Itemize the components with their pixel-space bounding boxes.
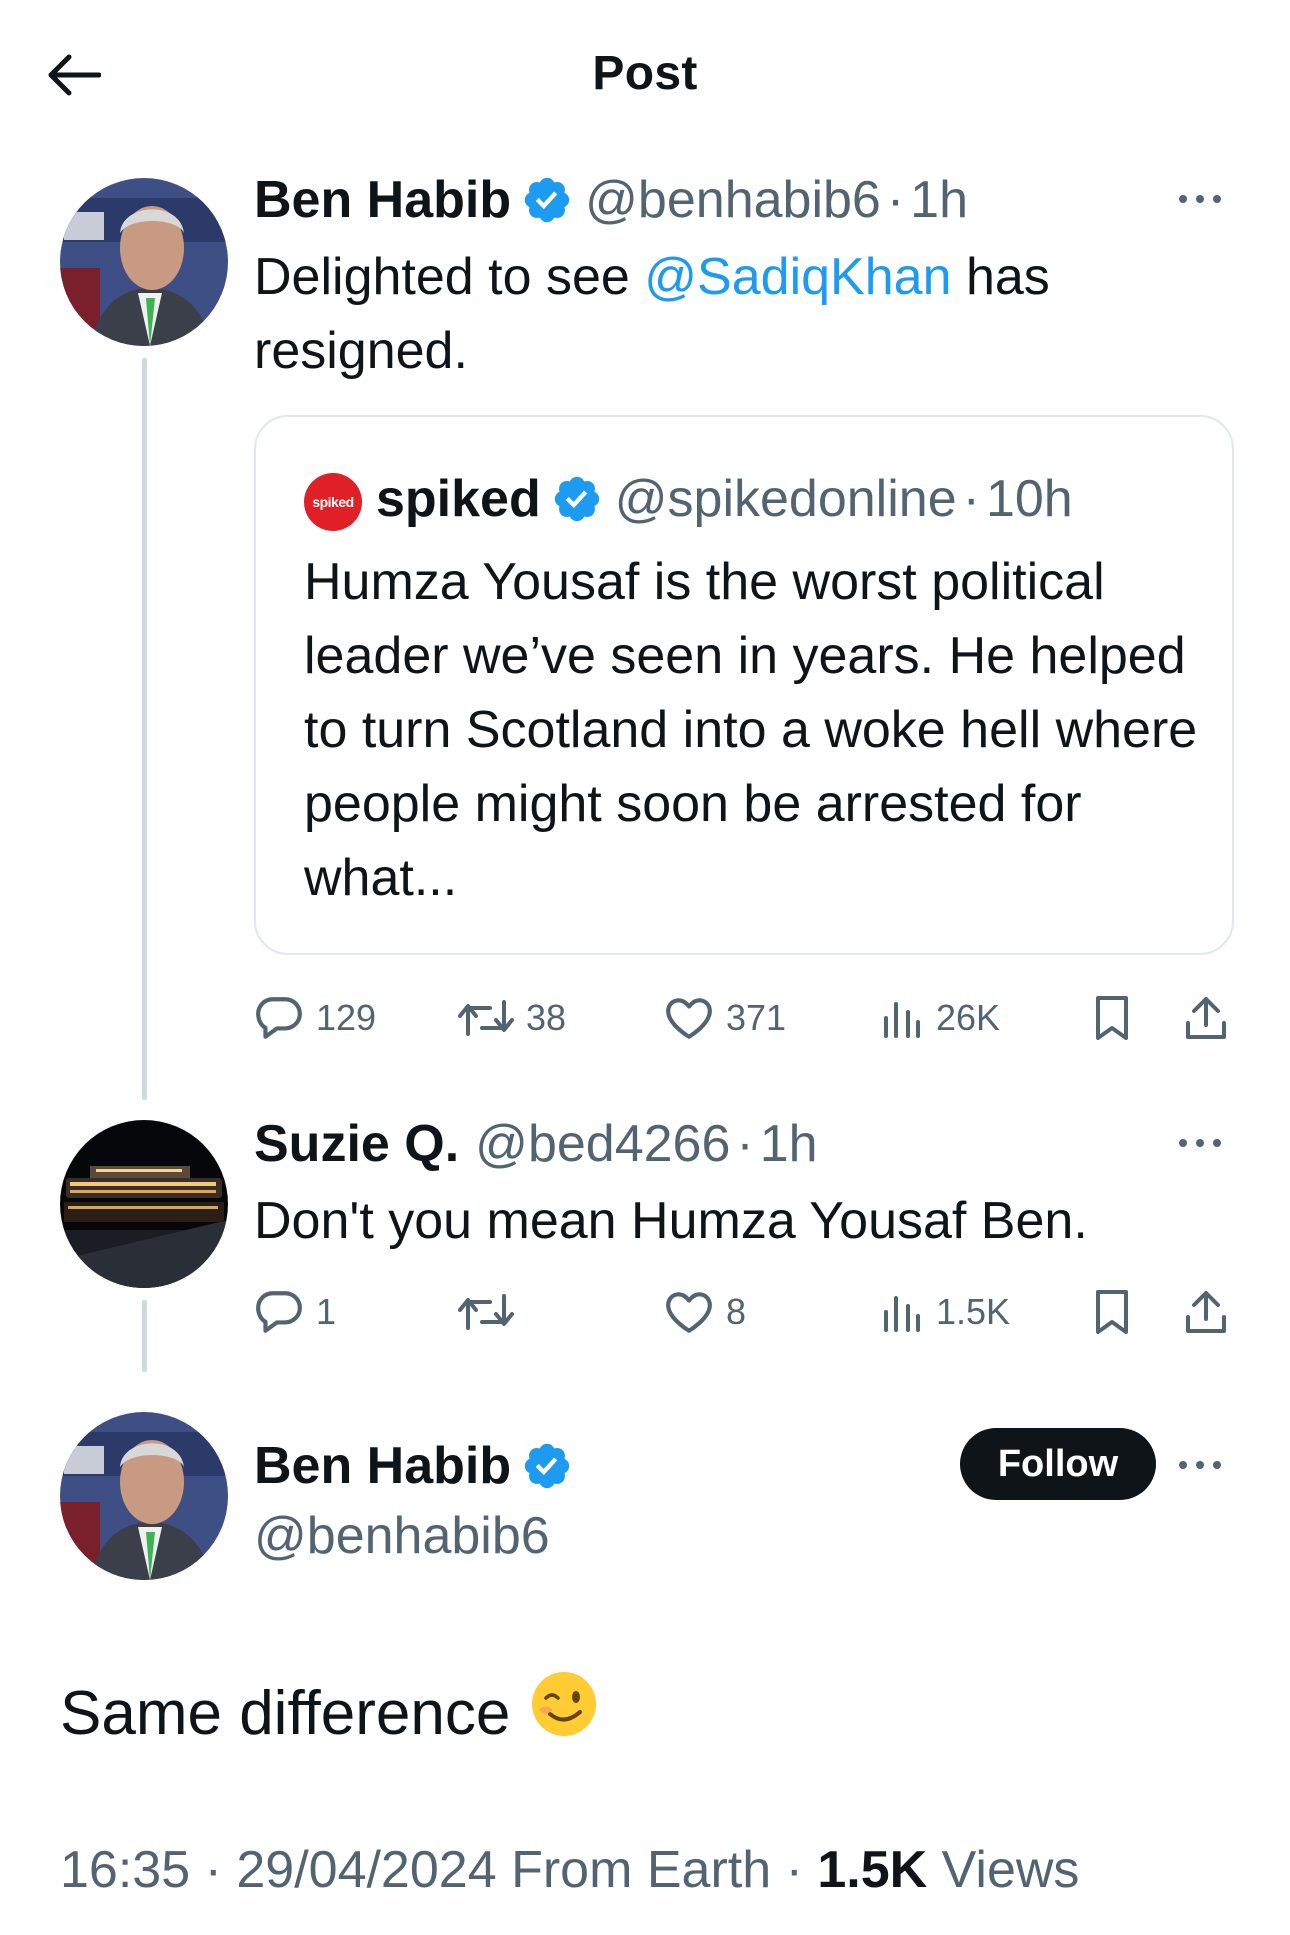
share-icon bbox=[1186, 1291, 1226, 1333]
more-options-button[interactable] bbox=[1170, 1450, 1230, 1480]
repost-button[interactable] bbox=[458, 1282, 526, 1342]
quoted-user-handle: @spikedonline bbox=[614, 470, 957, 528]
like-count: 8 bbox=[726, 1291, 747, 1332]
separator-dot: · bbox=[886, 171, 905, 229]
post-date[interactable]: 29/04/2024 bbox=[236, 1841, 496, 1899]
page-title: Post bbox=[592, 47, 698, 100]
post-author-handle-row: @benhabib6 bbox=[254, 1506, 550, 1566]
repost-button[interactable]: 38 bbox=[458, 988, 566, 1048]
avatar[interactable] bbox=[60, 178, 228, 346]
quoted-post-text: Humza Yousaf is the worst political lead… bbox=[304, 553, 1198, 907]
avatar[interactable] bbox=[60, 1412, 228, 1580]
separator-dot: · bbox=[962, 470, 980, 528]
post-header: Ben Habib @benhabib6 · 1h bbox=[254, 170, 968, 230]
thread-line bbox=[142, 358, 147, 1100]
post-actions: 1 8 1.5K bbox=[254, 1282, 1234, 1342]
more-options-button[interactable] bbox=[1170, 184, 1230, 214]
avatar[interactable] bbox=[60, 1120, 228, 1288]
display-name[interactable]: Ben Habib bbox=[254, 170, 511, 230]
like-button[interactable]: 8 bbox=[664, 1282, 746, 1342]
focused-post-text: Same difference bbox=[60, 1670, 598, 1758]
post-actions: 129 38 371 26K bbox=[254, 988, 1234, 1048]
focused-post-body: Same difference bbox=[60, 1679, 511, 1748]
verified-badge-icon bbox=[521, 1440, 573, 1492]
share-icon bbox=[1186, 997, 1226, 1039]
mention-link[interactable]: @SadiqKhan bbox=[644, 248, 951, 306]
post-text: Delighted to see @SadiqKhan has resigned… bbox=[254, 240, 1174, 388]
thread-line bbox=[142, 1300, 147, 1372]
follow-button[interactable]: Follow bbox=[960, 1428, 1156, 1500]
display-name[interactable]: Suzie Q. bbox=[254, 1114, 459, 1174]
more-icon bbox=[1179, 1139, 1221, 1147]
post-header: Suzie Q. @bed4266 · 1h bbox=[254, 1114, 818, 1174]
views-total: 1.5K bbox=[817, 1841, 928, 1899]
post-author-name-row: Ben Habib bbox=[254, 1436, 585, 1496]
quoted-post-card[interactable]: spiked spiked @spikedonline · 10h Humza … bbox=[254, 415, 1234, 955]
post-metadata: 16:35 · 29/04/2024 From Earth · 1.5K Vie… bbox=[60, 1841, 1080, 1899]
bookmark-icon bbox=[1096, 1290, 1128, 1334]
views-chart-icon bbox=[884, 1002, 920, 1038]
post-text-start: Delighted to see bbox=[254, 248, 645, 306]
like-button[interactable]: 371 bbox=[664, 988, 786, 1048]
repost-icon bbox=[458, 1000, 514, 1036]
user-handle[interactable]: @benhabib6 bbox=[254, 1506, 550, 1566]
more-icon bbox=[1179, 1461, 1221, 1469]
reply-count: 129 bbox=[316, 997, 377, 1038]
views-label: Views bbox=[941, 1841, 1080, 1899]
avatar-image bbox=[60, 1120, 228, 1288]
repost-icon bbox=[458, 1294, 514, 1330]
top-bar: Post bbox=[0, 0, 1290, 150]
views-button[interactable]: 26K bbox=[880, 988, 1000, 1048]
quoted-post-time: 10h bbox=[985, 470, 1073, 528]
reply-icon bbox=[256, 997, 302, 1039]
more-options-button[interactable] bbox=[1170, 1128, 1230, 1158]
reply-button[interactable]: 1 bbox=[254, 1282, 336, 1342]
bookmark-button[interactable] bbox=[1092, 988, 1132, 1048]
user-handle[interactable]: @bed4266 bbox=[475, 1114, 730, 1174]
heart-icon bbox=[666, 998, 712, 1039]
display-name[interactable]: Ben Habib bbox=[254, 1436, 511, 1496]
reply-count: 1 bbox=[316, 1291, 337, 1332]
winking-face-icon bbox=[530, 1670, 598, 1758]
share-button[interactable] bbox=[1184, 1282, 1228, 1342]
separator-dot: · bbox=[736, 1115, 754, 1173]
share-button[interactable] bbox=[1184, 988, 1228, 1048]
views-chart-icon bbox=[884, 1296, 920, 1332]
post-source: From Earth bbox=[511, 1841, 772, 1899]
repost-count: 38 bbox=[526, 997, 567, 1038]
verified-badge-icon bbox=[551, 473, 603, 525]
bookmark-icon bbox=[1096, 996, 1128, 1040]
heart-icon bbox=[666, 1292, 712, 1333]
spiked-logo: spiked bbox=[304, 473, 362, 531]
reply-icon bbox=[256, 1291, 302, 1333]
quoted-display-name: spiked bbox=[376, 470, 541, 528]
avatar-image bbox=[60, 1412, 228, 1580]
post-text: Don't you mean Humza Yousaf Ben. bbox=[254, 1192, 1088, 1250]
verified-badge-icon bbox=[521, 174, 573, 226]
reply-button[interactable]: 129 bbox=[254, 988, 376, 1048]
views-button[interactable]: 1.5K bbox=[880, 1282, 1010, 1342]
avatar-image bbox=[60, 178, 228, 346]
views-count: 26K bbox=[936, 997, 1001, 1038]
post-time[interactable]: 1h bbox=[760, 1114, 818, 1174]
post-timestamp[interactable]: 16:35 bbox=[60, 1841, 190, 1899]
post-time[interactable]: 1h bbox=[910, 170, 968, 230]
views-count: 1.5K bbox=[936, 1291, 1011, 1332]
quoted-post-header: spiked @spikedonline · 10h bbox=[376, 469, 1073, 529]
like-count: 371 bbox=[726, 997, 787, 1038]
bookmark-button[interactable] bbox=[1092, 1282, 1132, 1342]
more-icon bbox=[1179, 195, 1221, 203]
user-handle[interactable]: @benhabib6 bbox=[585, 170, 881, 230]
